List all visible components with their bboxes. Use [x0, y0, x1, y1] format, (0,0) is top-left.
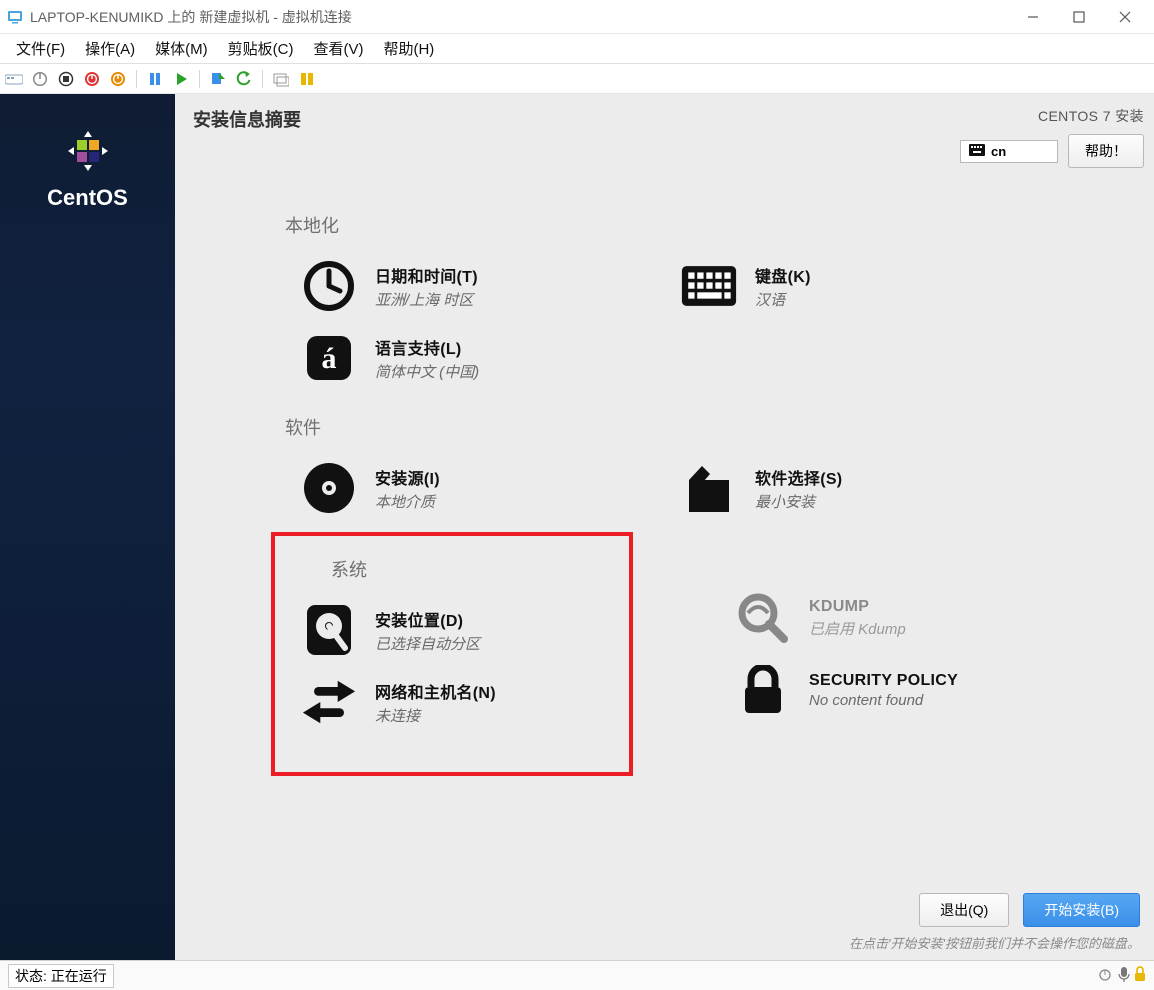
spoke-security-status: No content found — [809, 692, 958, 709]
window-title: LAPTOP-KENUMIKD 上的 新建虚拟机 - 虚拟机连接 — [30, 7, 1010, 27]
spoke-datetime-label: 日期和时间(T) — [375, 263, 478, 287]
status-text: 状态: 正在运行 — [8, 964, 114, 988]
checkpoint-icon[interactable] — [208, 69, 228, 89]
spoke-source-label: 安装源(I) — [375, 465, 440, 489]
package-icon — [681, 460, 737, 516]
spoke-install-source[interactable]: 安装源(I) 本地介质 — [275, 452, 575, 524]
keyboard-large-icon — [681, 258, 737, 314]
maximize-button[interactable] — [1056, 0, 1102, 33]
toolbar-separator — [199, 70, 200, 88]
spoke-keyboard-label: 键盘(K) — [755, 263, 811, 287]
centos-brand: CentOS — [47, 185, 128, 211]
spoke-source-status: 本地介质 — [375, 491, 440, 512]
enhanced-session-icon[interactable] — [271, 69, 291, 89]
spoke-destination-label: 安装位置(D) — [375, 607, 480, 631]
category-software: 软件 — [285, 414, 1134, 440]
spoke-software-selection[interactable]: 软件选择(S) 最小安装 — [655, 452, 955, 524]
spoke-network-hostname[interactable]: 网络和主机名(N) 未连接 — [275, 666, 629, 738]
disc-icon — [301, 460, 357, 516]
lock-status-icon — [1134, 966, 1146, 985]
installer-footer: 退出(Q) 开始安装(B) 在点击'开始安装'按钮前我们并不会操作您的磁盘。 — [175, 883, 1154, 960]
centos-logo-icon — [61, 124, 115, 181]
turnoff-icon[interactable] — [56, 69, 76, 89]
page-title: 安装信息摘要 — [193, 106, 301, 132]
revert-icon[interactable] — [234, 69, 254, 89]
share-icon[interactable] — [297, 69, 317, 89]
spoke-software-status: 最小安装 — [755, 491, 842, 512]
installer-main: 安装信息摘要 CENTOS 7 安装 cn 帮助！ 本地化 — [175, 94, 1154, 960]
close-button[interactable] — [1102, 0, 1148, 33]
spoke-datetime-status: 亚洲/上海 时区 — [375, 289, 478, 310]
keyboard-layout-indicator[interactable]: cn — [960, 140, 1058, 163]
spoke-keyboard-status: 汉语 — [755, 289, 811, 310]
menu-bar: 文件(F) 操作(A) 媒体(M) 剪贴板(C) 查看(V) 帮助(H) — [0, 34, 1154, 64]
status-value: 正在运行 — [51, 968, 107, 984]
lock-icon — [735, 662, 791, 718]
mouse-status-icon — [1096, 967, 1114, 984]
title-bar: LAPTOP-KENUMIKD 上的 新建虚拟机 - 虚拟机连接 — [0, 0, 1154, 34]
clock-icon — [301, 258, 357, 314]
language-icon: á — [301, 330, 357, 386]
installer-sidebar: CentOS — [0, 94, 175, 960]
mic-status-icon — [1118, 966, 1130, 985]
menu-view[interactable]: 查看(V) — [303, 34, 373, 63]
spoke-network-label: 网络和主机名(N) — [375, 679, 496, 703]
spoke-language-label: 语言支持(L) — [375, 335, 479, 359]
spoke-kdump[interactable]: KDUMP 已启用 Kdump — [709, 582, 1009, 654]
pause-icon[interactable] — [145, 69, 165, 89]
help-button[interactable]: 帮助！ — [1068, 134, 1144, 168]
menu-help[interactable]: 帮助(H) — [373, 34, 444, 63]
menu-clipboard[interactable]: 剪贴板(C) — [218, 34, 304, 63]
start-icon[interactable] — [30, 69, 50, 89]
toolbar-separator — [262, 70, 263, 88]
svg-text:á: á — [322, 342, 337, 375]
ctrl-alt-del-icon[interactable] — [4, 69, 24, 89]
spoke-datetime[interactable]: 日期和时间(T) 亚洲/上海 时区 — [275, 250, 575, 322]
begin-install-button[interactable]: 开始安装(B) — [1023, 893, 1140, 927]
system-highlight-box: 系统 安装位置(D) 已选择自动分区 — [271, 532, 633, 776]
keyboard-layout-value: cn — [991, 144, 1006, 159]
vm-viewport: CentOS 安装信息摘要 CENTOS 7 安装 cn 帮助！ — [0, 94, 1154, 960]
category-system: 系统 — [331, 556, 629, 582]
shutdown-icon[interactable] — [82, 69, 102, 89]
spoke-installation-destination[interactable]: 安装位置(D) 已选择自动分区 — [275, 594, 629, 666]
category-localization: 本地化 — [285, 212, 1134, 238]
network-arrows-icon — [301, 674, 357, 730]
footer-hint: 在点击'开始安装'按钮前我们并不会操作您的磁盘。 — [849, 933, 1140, 952]
spoke-language-status: 简体中文 (中国) — [375, 361, 479, 382]
menu-media[interactable]: 媒体(M) — [145, 34, 218, 63]
quit-button[interactable]: 退出(Q) — [919, 893, 1009, 927]
spoke-software-label: 软件选择(S) — [755, 465, 842, 489]
magnifier-icon — [735, 590, 791, 646]
toolbar — [0, 64, 1154, 94]
save-icon[interactable] — [108, 69, 128, 89]
spoke-keyboard[interactable]: 键盘(K) 汉语 — [655, 250, 955, 322]
spoke-network-status: 未连接 — [375, 705, 496, 726]
vmconnect-icon — [6, 8, 24, 26]
keyboard-icon — [969, 144, 985, 159]
menu-action[interactable]: 操作(A) — [75, 34, 145, 63]
spoke-security-policy[interactable]: SECURITY POLICY No content found — [709, 654, 1009, 726]
spoke-language-support[interactable]: á 语言支持(L) 简体中文 (中国) — [275, 322, 575, 394]
status-bar: 状态: 正在运行 — [0, 960, 1154, 990]
menu-file[interactable]: 文件(F) — [6, 34, 75, 63]
minimize-button[interactable] — [1010, 0, 1056, 33]
toolbar-separator — [136, 70, 137, 88]
spoke-security-label: SECURITY POLICY — [809, 672, 958, 690]
spoke-kdump-status: 已启用 Kdump — [809, 618, 906, 639]
distro-label: CENTOS 7 安装 — [1038, 106, 1144, 126]
spoke-kdump-label: KDUMP — [809, 598, 906, 616]
status-label: 状态: — [15, 968, 47, 984]
harddrive-icon — [301, 602, 357, 658]
reset-icon[interactable] — [171, 69, 191, 89]
spoke-destination-status: 已选择自动分区 — [375, 633, 480, 654]
